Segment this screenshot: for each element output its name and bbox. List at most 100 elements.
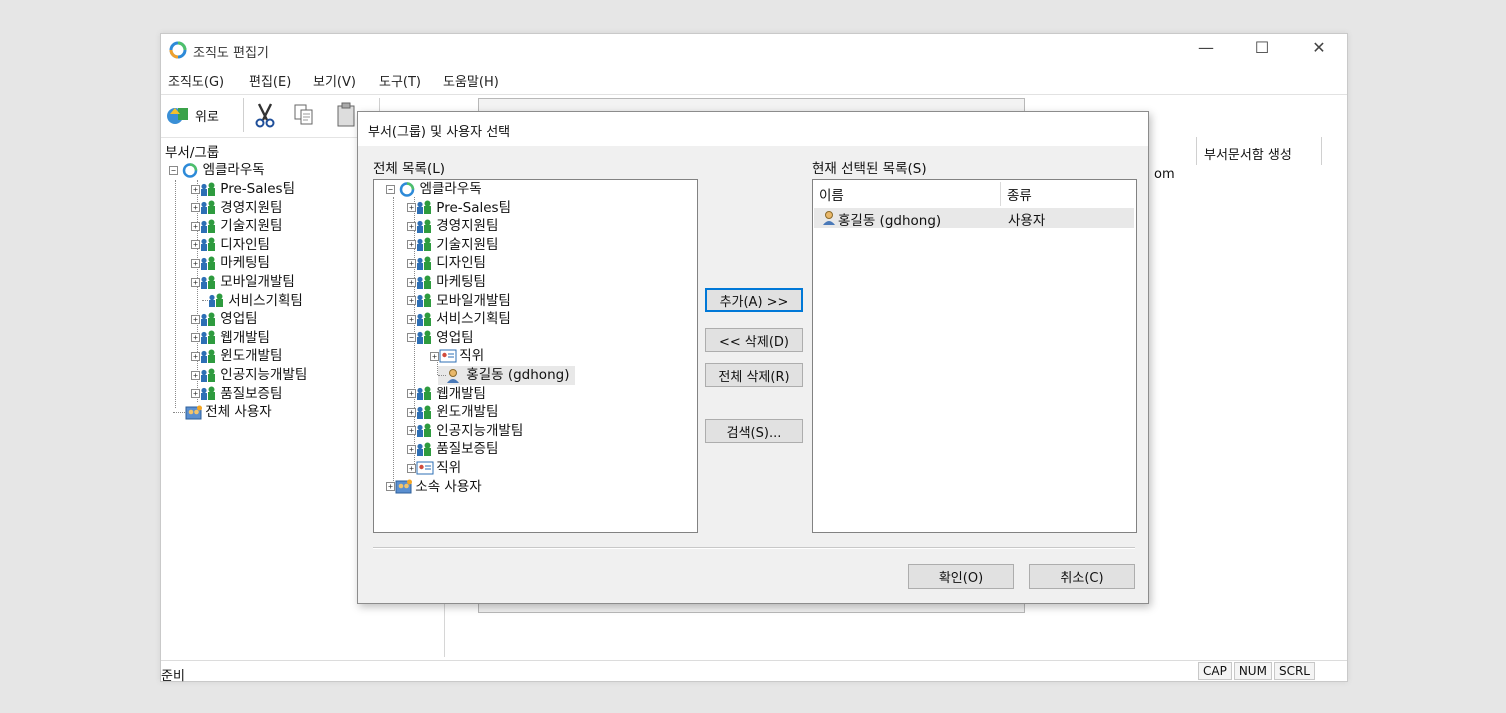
expand-icon[interactable]: + [191,240,200,250]
dialog-tree-item-4-label: 마케팅팀 [436,274,486,290]
dialog-tree-item-4[interactable]: + 마케팅팀 [407,273,486,292]
dialog-tree-item-3[interactable]: + 디자인팀 [407,254,486,273]
expand-icon[interactable]: + [407,463,416,473]
selected-row[interactable]: 홍길동 (gdhong) 사용자 [814,208,1134,229]
dialog-tree-root[interactable]: − 엠클라우독 [386,180,482,199]
tree-item-all-users[interactable]: 전체 사용자 [173,403,272,422]
expand-icon[interactable]: + [191,370,200,380]
column-header-name[interactable]: 이름 [819,184,844,204]
dialog-tree-item-after-0-label: 웹개발팀 [436,385,486,402]
expand-icon[interactable]: + [407,258,416,268]
expand-icon[interactable]: + [191,258,200,268]
expand-icon[interactable]: + [407,314,416,324]
expand-icon[interactable]: + [191,389,200,399]
minimize-icon[interactable]: — [1191,38,1221,57]
dialog-tree-affiliated-users-label: 소속 사용자 [415,478,482,495]
expand-icon[interactable]: + [407,407,416,417]
tree-item-6[interactable]: 서비스기획팀 [202,292,303,311]
group-icon [200,386,216,401]
menu-help[interactable]: 도움말(H) [443,71,499,90]
cancel-button[interactable]: 취소(C) [1029,564,1135,589]
tree-item-8[interactable]: + 웹개발팀 [191,329,270,348]
dialog-tree-item-after-3[interactable]: + 품질보증팀 [407,440,498,459]
add-button[interactable]: 추가(A) >> [705,288,803,312]
dialog-tree-item-5[interactable]: + 모바일개발팀 [407,292,511,311]
status-cap: CAP [1198,662,1232,680]
expand-icon[interactable]: + [407,426,416,436]
dialog-tree-item-0-label: Pre-Sales팀 [436,199,511,216]
maximize-icon[interactable]: ☐ [1247,38,1277,57]
tree-root[interactable]: − 엠클라우독 [169,161,265,180]
select-dialog: 부서(그룹) 및 사용자 선택 전체 목록(L) 현재 선택된 목록(S) − … [357,111,1149,604]
tree-item-9[interactable]: + 윈도개발팀 [191,347,282,366]
group-icon [200,256,216,271]
expand-icon[interactable]: + [191,203,200,213]
expand-icon[interactable]: + [191,314,200,324]
tree-item-5[interactable]: + 모바일개발팀 [191,273,295,292]
expand-icon[interactable]: + [407,389,416,399]
expand-icon[interactable]: + [407,444,416,454]
expand-icon[interactable]: + [407,240,416,250]
selected-row-type: 사용자 [1008,213,1046,229]
group-icon [200,200,216,215]
dialog-tree-item-after-1[interactable]: + 윈도개발팀 [407,403,498,422]
selected-list[interactable]: 이름 종류 홍길동 (gdhong) 사용자 [812,179,1137,533]
group-icon [208,293,224,308]
cloud-org-icon [182,162,198,178]
dialog-title: 부서(그룹) 및 사용자 선택 [368,125,511,140]
tree-item-1[interactable]: + 경영지원팀 [191,199,282,218]
column-header-type[interactable]: 종류 [1007,184,1032,204]
tree-item-8-label: 웹개발팀 [220,329,270,346]
expand-icon[interactable]: + [191,333,200,343]
group-icon [416,200,432,215]
group-icon [200,349,216,364]
collapse-icon[interactable]: − [407,333,416,343]
expand-icon[interactable]: + [407,221,416,231]
expand-icon[interactable]: + [386,482,395,492]
expand-icon[interactable]: + [191,277,200,287]
tree-item-0[interactable]: + Pre-Sales팀 [191,180,295,199]
close-icon[interactable]: ✕ [1304,38,1334,57]
expand-icon[interactable]: + [191,184,200,194]
tree-item-3-label: 디자인팀 [220,236,270,253]
dialog-tree-item-6[interactable]: + 서비스기획팀 [407,310,511,329]
dialog-tree-user-selected[interactable]: 홍길동 (gdhong) [438,366,576,385]
group-icon [416,219,432,234]
expand-icon[interactable]: + [430,351,439,361]
dialog-tree-affiliated-users[interactable]: + 소속 사용자 [386,478,482,497]
search-button[interactable]: 검색(S)... [705,419,803,443]
group-icon [416,256,432,271]
expand-icon[interactable]: + [191,221,200,231]
dialog-tree-sales-position[interactable]: + 직위 [430,347,484,366]
dialog-tree-user-label: 홍길동 (gdhong) [466,367,570,383]
tree-item-2[interactable]: + 기술지원팀 [191,217,282,236]
expand-icon[interactable]: + [407,296,416,306]
dialog-tree-item-2[interactable]: + 기술지원팀 [407,236,498,255]
dialog-tree-position[interactable]: + 직위 [407,459,461,478]
all-list-tree[interactable]: − 엠클라우독 + Pre-Sales팀 + 경영지원팀 + 기술지원팀 + 디자인팀… [373,179,698,533]
expand-icon[interactable]: + [407,203,416,213]
column-header-dept-docbox[interactable]: 부서문서함 생성 [1204,144,1292,163]
tree-item-11[interactable]: + 품질보증팀 [191,385,282,404]
tree-item-3[interactable]: + 디자인팀 [191,236,270,255]
collapse-icon[interactable]: − [169,165,178,175]
dialog-tree-item-after-0[interactable]: + 웹개발팀 [407,385,486,404]
ok-button[interactable]: 확인(O) [908,564,1014,589]
collapse-icon[interactable]: − [386,184,395,194]
dialog-tree-item-0[interactable]: + Pre-Sales팀 [407,199,511,218]
tree-item-10[interactable]: + 인공지능개발팀 [191,366,307,385]
group-icon [200,237,216,252]
dialog-tree-item-1[interactable]: + 경영지원팀 [407,217,498,236]
user-icon [446,368,462,383]
tree-item-6-label: 서비스기획팀 [228,292,303,309]
tree-item-9-label: 윈도개발팀 [220,348,283,365]
tree-item-7[interactable]: + 영업팀 [191,310,258,329]
dialog-tree-item-after-2[interactable]: + 인공지능개발팀 [407,422,523,441]
background-window-edge [478,98,1025,112]
expand-icon[interactable]: + [407,277,416,287]
tree-item-4[interactable]: + 마케팅팀 [191,254,270,273]
dialog-tree-item-sales[interactable]: − 영업팀 [407,329,474,348]
delete-all-button[interactable]: 전체 삭제(R) [705,363,803,387]
expand-icon[interactable]: + [191,351,200,361]
delete-button[interactable]: << 삭제(D) [705,328,803,352]
